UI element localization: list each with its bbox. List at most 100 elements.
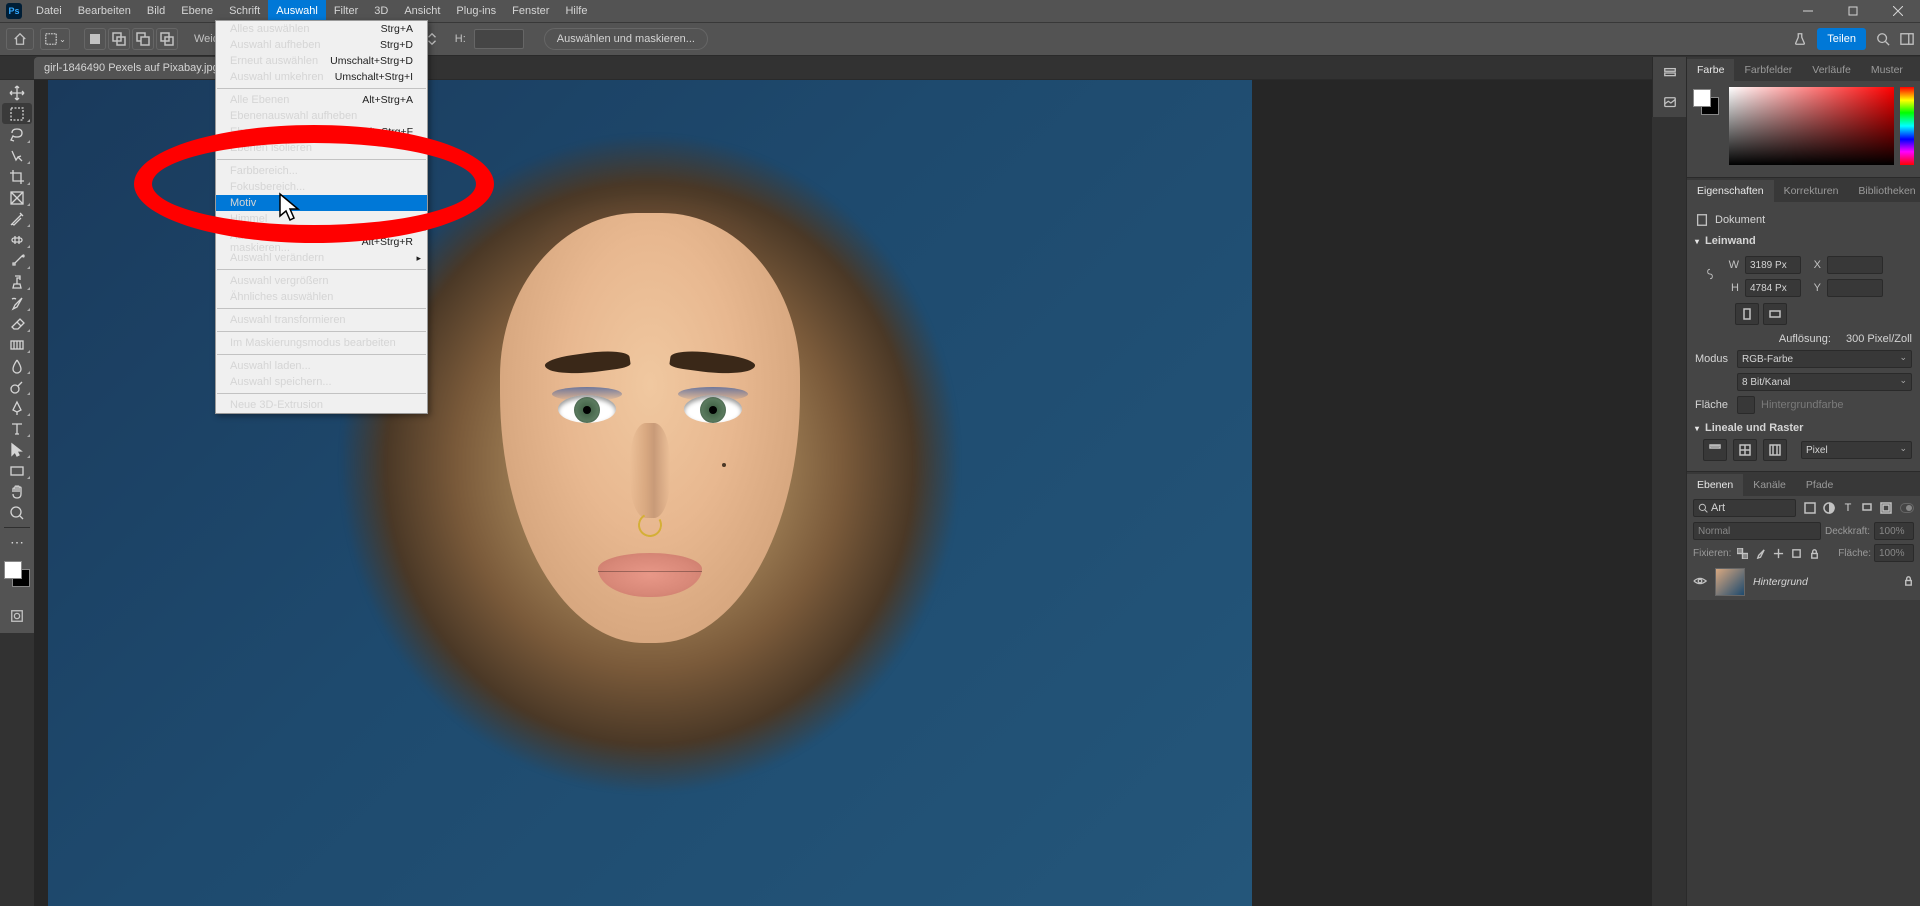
type-tool[interactable] (2, 418, 32, 439)
blur-tool[interactable] (2, 355, 32, 376)
layer-thumbnail[interactable] (1715, 568, 1745, 596)
tab-eigenschaften[interactable]: Eigenschaften (1687, 180, 1774, 202)
eraser-tool[interactable] (2, 313, 32, 334)
menu-hilfe[interactable]: Hilfe (557, 0, 595, 22)
color-picker[interactable] (1729, 87, 1894, 165)
beaker-icon[interactable] (1793, 32, 1807, 46)
lasso-tool[interactable] (2, 124, 32, 145)
rectangle-tool[interactable] (2, 460, 32, 481)
quick-select-tool[interactable] (2, 145, 32, 166)
filter-toggle[interactable] (1900, 503, 1914, 513)
opacity-value[interactable]: 100% (1874, 522, 1914, 540)
menu-item-alle-ebenen[interactable]: Alle EbenenAlt+Strg+A (216, 92, 427, 108)
tool-preset-picker[interactable]: ⌄ (40, 28, 70, 50)
fill-opacity-value[interactable]: 100% (1874, 544, 1914, 562)
crop-tool[interactable] (2, 166, 32, 187)
menu-item-ausw-hlen-und-maskieren[interactable]: Auswählen und maskieren...Alt+Strg+R (216, 234, 427, 250)
menu-item-alles-ausw-hlen[interactable]: Alles auswählenStrg+A (216, 21, 427, 37)
home-button[interactable] (6, 28, 34, 50)
gradient-tool[interactable] (2, 334, 32, 355)
tab-pfade[interactable]: Pfade (1796, 474, 1843, 496)
panel-color-swatches[interactable] (1693, 87, 1723, 171)
selection-new-icon[interactable] (84, 28, 106, 50)
menu-ansicht[interactable]: Ansicht (396, 0, 448, 22)
menu-item-neue-3d-extrusion[interactable]: Neue 3D-Extrusion (216, 397, 427, 413)
foreground-color[interactable] (4, 561, 22, 579)
menu-item-auswahl-transformieren[interactable]: Auswahl transformieren (216, 312, 427, 328)
selection-add-icon[interactable] (108, 28, 130, 50)
link-dimensions-icon[interactable] (1703, 260, 1717, 288)
color-swatches[interactable] (0, 559, 34, 599)
layer-filter-search[interactable]: Art (1693, 499, 1796, 517)
lock-artboard-icon[interactable] (1788, 545, 1804, 561)
menu-item-ebenenauswahl-aufheben[interactable]: Ebenenauswahl aufheben (216, 108, 427, 124)
tab-kanaele[interactable]: Kanäle (1743, 474, 1796, 496)
workspace-icon[interactable] (1900, 32, 1914, 46)
ruler-unit-dropdown[interactable]: Pixel (1801, 441, 1912, 459)
orientation-landscape-icon[interactable] (1763, 303, 1787, 325)
frame-tool[interactable] (2, 187, 32, 208)
filter-smart-icon[interactable] (1878, 500, 1894, 516)
color-mode-dropdown[interactable]: RGB-Farbe (1737, 350, 1912, 368)
tab-korrekturen[interactable]: Korrekturen (1774, 180, 1849, 202)
menu-schrift[interactable]: Schrift (221, 0, 268, 22)
selection-subtract-icon[interactable] (132, 28, 154, 50)
filter-pixel-icon[interactable] (1802, 500, 1818, 516)
orientation-portrait-icon[interactable] (1735, 303, 1759, 325)
dock-icon-2[interactable] (1655, 89, 1685, 117)
brush-tool[interactable] (2, 250, 32, 271)
history-brush-tool[interactable] (2, 292, 32, 313)
menu-auswahl[interactable]: Auswahl (268, 0, 326, 22)
filter-type-icon[interactable]: T (1840, 500, 1856, 516)
tab-bibliotheken[interactable]: Bibliotheken (1848, 180, 1920, 202)
hand-tool[interactable] (2, 481, 32, 502)
share-button[interactable]: Teilen (1817, 28, 1866, 50)
tab-farbe[interactable]: Farbe (1687, 59, 1734, 81)
clone-stamp-tool[interactable] (2, 271, 32, 292)
canvas-section-header[interactable]: Leinwand (1695, 235, 1912, 247)
menu-item-auswahl-umkehren[interactable]: Auswahl umkehrenUmschalt+Strg+I (216, 69, 427, 85)
eyedropper-tool[interactable] (2, 208, 32, 229)
menu-item-auswahl-vergr-ern[interactable]: Auswahl vergrößern (216, 273, 427, 289)
menu-fenster[interactable]: Fenster (504, 0, 557, 22)
lock-transparency-icon[interactable] (1734, 545, 1750, 561)
marquee-tool[interactable] (2, 103, 32, 124)
guides-icon[interactable] (1763, 439, 1787, 461)
tab-ebenen[interactable]: Ebenen (1687, 474, 1743, 496)
tab-verlaeufe[interactable]: Verläufe (1802, 59, 1861, 81)
menu-item-farbbereich[interactable]: Farbbereich... (216, 163, 427, 179)
pen-tool[interactable] (2, 397, 32, 418)
edit-toolbar[interactable]: ⋯ (2, 532, 32, 553)
filter-shape-icon[interactable] (1859, 500, 1875, 516)
menu-ebene[interactable]: Ebene (173, 0, 221, 22)
menu-3d[interactable]: 3D (366, 0, 396, 22)
height-value[interactable]: 4784 Px (1745, 279, 1801, 297)
healing-brush-tool[interactable] (2, 229, 32, 250)
menu-item-hnliches-ausw-hlen[interactable]: Ähnliches auswählen (216, 289, 427, 305)
layer-name[interactable]: Hintergrund (1753, 576, 1895, 588)
lock-pixels-icon[interactable] (1752, 545, 1768, 561)
menu-item-auswahl-ver-ndern[interactable]: Auswahl verändern (216, 250, 427, 266)
menu-item-himmel[interactable]: Himmel (216, 211, 427, 227)
rulers-section-header[interactable]: Lineale und Raster (1695, 422, 1912, 434)
grid-icon[interactable] (1733, 439, 1757, 461)
height-field[interactable] (474, 29, 524, 49)
menu-item-fokusbereich[interactable]: Fokusbereich... (216, 179, 427, 195)
hue-slider[interactable] (1900, 87, 1914, 165)
lock-all-icon[interactable] (1806, 545, 1822, 561)
layer-row[interactable]: Hintergrund (1687, 564, 1920, 600)
tab-muster[interactable]: Muster (1861, 59, 1913, 81)
ruler-icon[interactable] (1703, 439, 1727, 461)
menu-item-motiv[interactable]: Motiv (216, 195, 427, 211)
dodge-tool[interactable] (2, 376, 32, 397)
search-icon[interactable] (1876, 32, 1890, 46)
path-select-tool[interactable] (2, 439, 32, 460)
minimize-button[interactable] (1785, 0, 1830, 22)
select-and-mask-button[interactable]: Auswählen und maskieren... (544, 28, 708, 50)
menu-bearbeiten[interactable]: Bearbeiten (70, 0, 139, 22)
blend-mode-dropdown[interactable]: Normal (1693, 522, 1821, 540)
filter-adjust-icon[interactable] (1821, 500, 1837, 516)
menu-item-auswahl-speichern[interactable]: Auswahl speichern... (216, 374, 427, 390)
dock-icon-1[interactable] (1655, 59, 1685, 87)
menu-item-ebenen-isolieren[interactable]: Ebenen isolieren (216, 140, 427, 156)
